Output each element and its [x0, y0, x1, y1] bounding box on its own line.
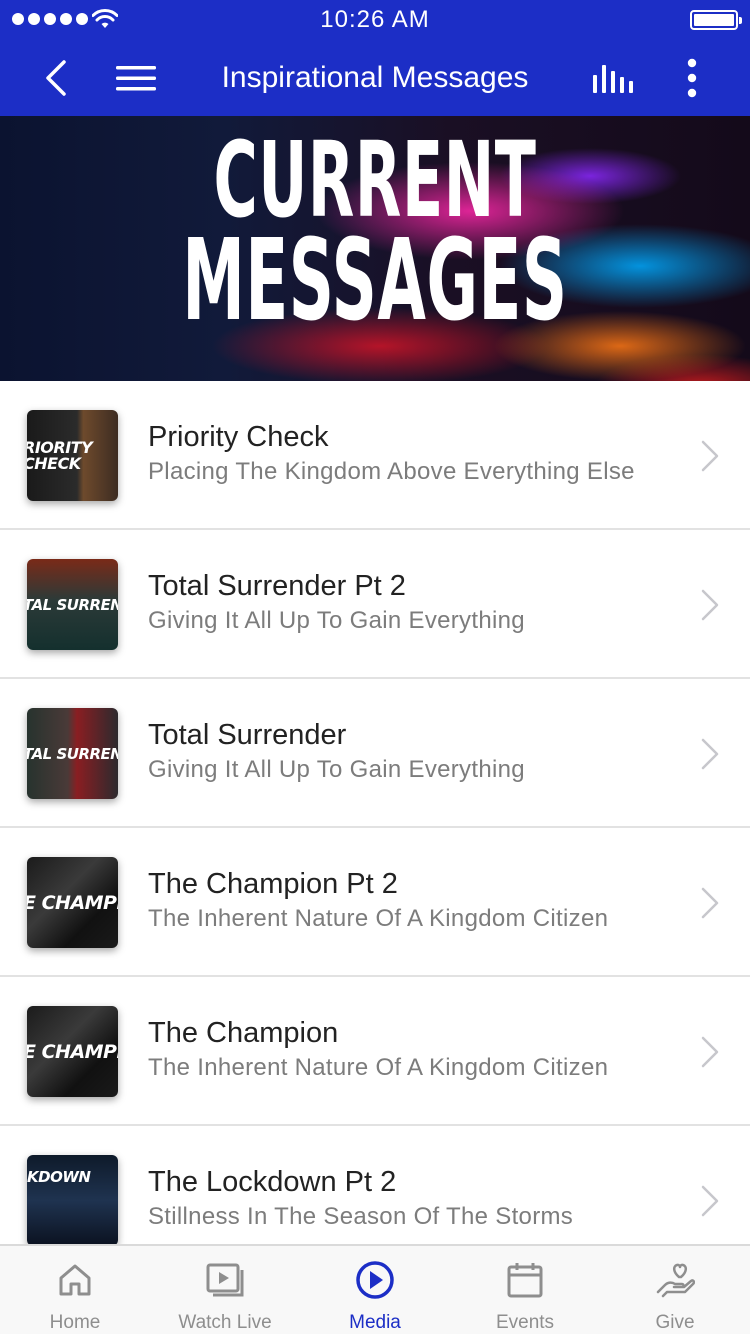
battery-icon — [690, 10, 742, 30]
message-title: The Champion Pt 2 — [148, 868, 398, 900]
message-title: Priority Check — [148, 421, 329, 453]
message-thumbnail: E CHAMPIC — [27, 857, 118, 948]
message-title: Total Surrender — [148, 719, 347, 751]
status-bar: 10:26 AM — [0, 0, 750, 40]
message-subtitle: The Inherent Nature Of A Kingdom Citizen — [148, 1054, 609, 1081]
message-title: The Lockdown Pt 2 — [148, 1166, 397, 1198]
nav-bar: Inspirational Messages — [0, 40, 750, 116]
message-title: The Champion — [148, 1017, 339, 1049]
tab-give[interactable]: Give — [600, 1246, 750, 1334]
list-item[interactable]: E CHAMPIC The Champion The Inherent Natu… — [0, 977, 750, 1126]
thumbnail-text: TAL SURREND — [27, 744, 118, 763]
tab-label: Events — [495, 1312, 555, 1333]
home-icon — [59, 1264, 91, 1296]
chevron-right-icon — [701, 887, 719, 919]
tab-media[interactable]: Media — [300, 1246, 450, 1334]
menu-button[interactable] — [106, 40, 166, 116]
message-subtitle: The Inherent Nature Of A Kingdom Citizen — [148, 905, 609, 932]
calendar-icon — [507, 1263, 543, 1298]
thumbnail-text: E CHAMPIC — [27, 891, 118, 914]
play-circle-icon — [356, 1261, 394, 1299]
tab-watch-live[interactable]: Watch Live — [150, 1246, 300, 1334]
message-thumbnail: RIORITY CHECK — [27, 410, 118, 501]
thumbnail-text: KDOWN — [27, 1167, 91, 1186]
tab-home[interactable]: Home — [0, 1246, 150, 1334]
page-title: Inspirational Messages — [221, 61, 529, 94]
hero-title-line2: MESSAGES — [182, 216, 568, 346]
message-subtitle: Placing The Kingdom Above Everything Els… — [148, 458, 635, 485]
chevron-left-icon — [46, 60, 66, 96]
list-item[interactable]: TAL SURREND Total Surrender Giving It Al… — [0, 679, 750, 828]
message-title: Total Surrender Pt 2 — [148, 570, 406, 602]
thumbnail-text: TAL SURREND — [27, 595, 118, 614]
message-thumbnail: TAL SURREND — [27, 559, 118, 650]
hamburger-menu-icon — [116, 66, 156, 91]
back-button[interactable] — [28, 40, 84, 116]
video-icon — [206, 1263, 244, 1297]
list-item[interactable]: TAL SURREND Total Surrender Pt 2 Giving … — [0, 530, 750, 679]
message-subtitle: Giving It All Up To Gain Everything — [148, 607, 525, 634]
thumbnail-text: RIORITY CHECK — [27, 437, 93, 473]
tab-label: Media — [349, 1312, 401, 1333]
tab-events[interactable]: Events — [450, 1246, 600, 1334]
thumbnail-text: E CHAMPIC — [27, 1040, 118, 1063]
message-subtitle: Giving It All Up To Gain Everything — [148, 756, 525, 783]
tab-bar: Home Watch Live Media Events Give — [0, 1244, 750, 1334]
message-thumbnail: KDOWN — [27, 1155, 118, 1246]
chevron-right-icon — [701, 1185, 719, 1217]
message-thumbnail: TAL SURREND — [27, 708, 118, 799]
hero-banner: CURRENT MESSAGES — [0, 116, 750, 381]
audio-player-button[interactable] — [580, 40, 646, 116]
tab-label: Watch Live — [178, 1312, 272, 1333]
chevron-right-icon — [701, 738, 719, 770]
status-time: 10:26 AM — [320, 6, 430, 33]
message-list: RIORITY CHECK Priority Check Placing The… — [0, 381, 750, 1275]
more-vertical-icon — [687, 58, 697, 98]
message-thumbnail: E CHAMPIC — [27, 1006, 118, 1097]
more-options-button[interactable] — [664, 40, 720, 116]
chevron-right-icon — [701, 1036, 719, 1068]
chevron-right-icon — [701, 589, 719, 621]
tab-label: Give — [655, 1312, 695, 1333]
list-item[interactable]: RIORITY CHECK Priority Check Placing The… — [0, 381, 750, 530]
chevron-right-icon — [701, 440, 719, 472]
message-subtitle: Stillness In The Season Of The Storms — [148, 1203, 574, 1230]
equalizer-icon — [593, 65, 633, 93]
tab-label: Home — [49, 1312, 101, 1333]
list-item[interactable]: E CHAMPIC The Champion Pt 2 The Inherent… — [0, 828, 750, 977]
give-hand-heart-icon — [656, 1263, 695, 1298]
